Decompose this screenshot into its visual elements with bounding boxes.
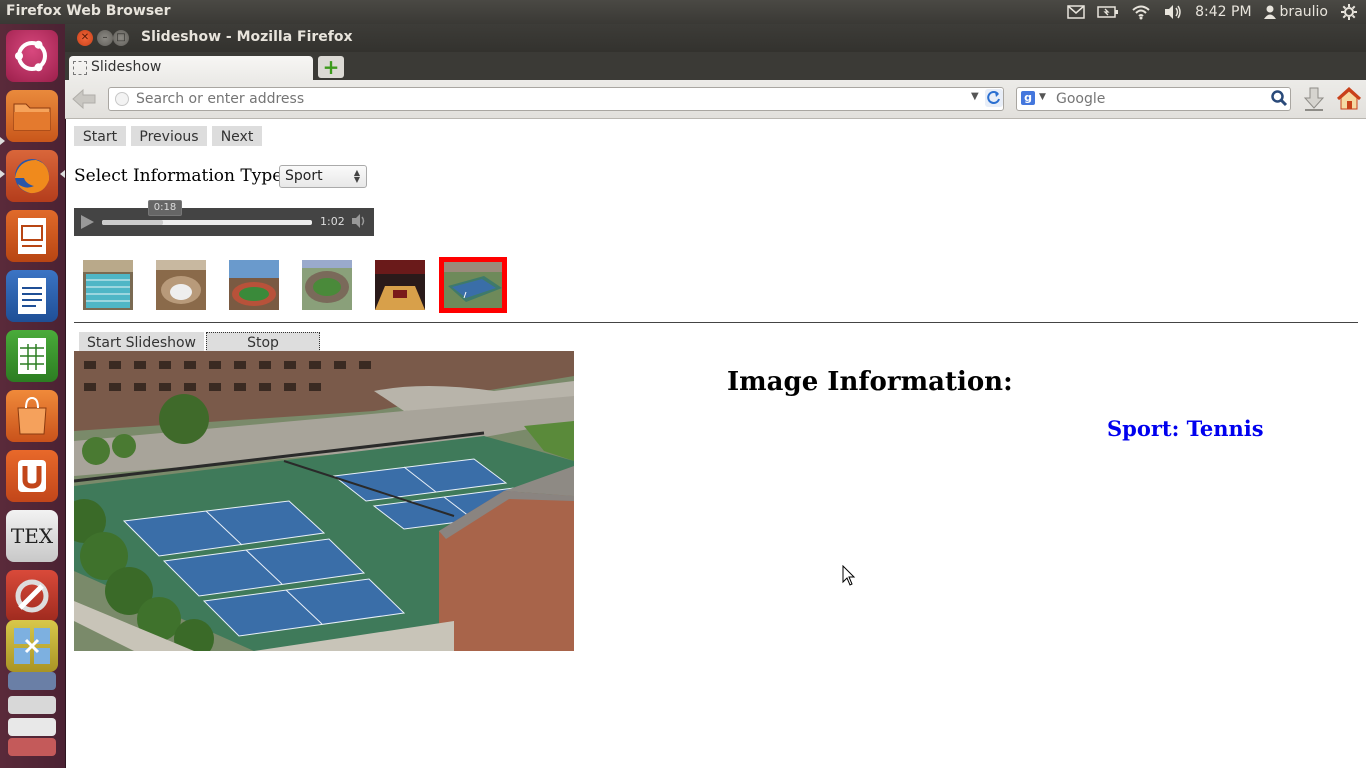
audio-current-time: 0:18 [148, 200, 182, 216]
user-menu[interactable]: braulio [1258, 0, 1334, 24]
firefox-launcher[interactable] [6, 150, 58, 202]
search-input[interactable] [1054, 90, 1258, 108]
stacked-launcher-items[interactable] [6, 672, 58, 768]
audio-progress-fill [102, 220, 163, 225]
mouse-cursor-icon [842, 565, 856, 586]
ubuntu-one-icon [18, 460, 46, 492]
play-icon[interactable] [81, 215, 94, 229]
start-button[interactable]: Start [74, 126, 126, 146]
google-engine-icon[interactable]: g [1021, 91, 1035, 105]
info-type-selected: Sport [285, 168, 323, 184]
software-center-launcher[interactable] [6, 390, 58, 442]
dash-home-launcher[interactable] [6, 30, 58, 82]
folder-icon [13, 103, 51, 131]
back-arrow-icon [72, 88, 96, 110]
download-arrow-icon [1303, 87, 1325, 111]
spreadsheet-icon [18, 338, 46, 374]
close-window-button[interactable]: ✕ [77, 30, 93, 46]
presentation-icon [18, 218, 46, 254]
search-icon[interactable] [1270, 89, 1288, 107]
back-button[interactable] [71, 88, 97, 110]
launcher: TEX [0, 24, 66, 768]
workspace-switcher-launcher[interactable] [6, 620, 58, 672]
engine-dropdown-icon[interactable]: ▼ [1039, 92, 1046, 102]
writer-launcher[interactable] [6, 270, 58, 322]
info-type-label: Select Information Type: [74, 166, 289, 186]
globe-icon [115, 92, 129, 106]
ubuntu-logo-icon [15, 40, 47, 72]
indicator-area: 8:42 PM braulio [1061, 0, 1366, 24]
tex-icon: TEX [10, 524, 54, 548]
image-info-value[interactable]: Sport: Tennis [1107, 416, 1264, 441]
page-icon [73, 61, 87, 75]
active-app-name: Firefox Web Browser [6, 3, 171, 19]
files-launcher[interactable] [6, 90, 58, 142]
audio-player[interactable]: 0:18 1:02 [74, 200, 374, 236]
volume-icon[interactable] [1157, 0, 1189, 24]
thumbnail-arena[interactable] [156, 260, 206, 310]
home-button[interactable] [1336, 86, 1362, 112]
plus-icon: + [322, 55, 340, 79]
thumbnail-basketball-court[interactable] [375, 260, 425, 310]
ubuntu-one-launcher[interactable] [6, 450, 58, 502]
document-icon [18, 278, 46, 314]
top-panel: Firefox Web Browser 8:42 PM braulio [0, 0, 1366, 24]
thumbnail-tennis-courts[interactable] [439, 257, 507, 313]
settings-launcher[interactable] [6, 570, 58, 622]
clock[interactable]: 8:42 PM [1189, 0, 1257, 24]
tab-label: Slideshow [91, 59, 162, 75]
texmaker-launcher[interactable]: TEX [6, 510, 58, 562]
reload-icon[interactable] [985, 89, 1003, 107]
thumbnail-pool[interactable] [83, 260, 133, 310]
audio-duration: 1:02 [320, 215, 345, 228]
calc-launcher[interactable] [6, 330, 58, 382]
user-icon [1263, 5, 1276, 19]
previous-button[interactable]: Previous [131, 126, 207, 146]
info-type-select[interactable]: Sport ▲ ▼ [279, 165, 367, 188]
tab-bar: Slideshow + [65, 52, 1366, 80]
navigation-toolbar: ▼ g ▼ [65, 80, 1366, 119]
battery-icon[interactable] [1091, 0, 1125, 24]
window-title: Slideshow - Mozilla Firefox [141, 29, 353, 45]
gear-icon[interactable] [1334, 0, 1366, 24]
history-dropdown-icon[interactable]: ▼ [971, 91, 979, 102]
wrench-icon [15, 579, 49, 613]
shopping-bag-icon [17, 396, 47, 435]
user-name: braulio [1279, 4, 1328, 20]
volume-icon[interactable] [351, 213, 367, 229]
divider [74, 322, 1358, 323]
select-arrows-icon: ▲ ▼ [353, 168, 360, 184]
tab-slideshow[interactable]: Slideshow [69, 56, 313, 80]
next-button[interactable]: Next [212, 126, 262, 146]
window-titlebar: ✕ – □ Slideshow - Mozilla Firefox [65, 24, 1366, 52]
workspaces-icon [14, 628, 50, 664]
search-bar[interactable]: g ▼ [1016, 87, 1291, 111]
slideshow-image [74, 351, 574, 651]
wifi-icon[interactable] [1125, 0, 1157, 24]
stop-slideshow-button[interactable]: Stop Slideshow [206, 332, 320, 371]
address-input[interactable] [134, 90, 958, 108]
downloads-button[interactable] [1302, 86, 1326, 112]
maximize-window-button[interactable]: □ [113, 30, 129, 46]
impress-launcher[interactable] [6, 210, 58, 262]
audio-progress-track[interactable] [102, 220, 312, 225]
page-content: Start Previous Next Select Information T… [66, 119, 1366, 768]
mail-icon[interactable] [1061, 0, 1091, 24]
minimize-window-button[interactable]: – [97, 30, 113, 46]
new-tab-button[interactable]: + [318, 56, 344, 78]
start-slideshow-button[interactable]: Start Slideshow [79, 332, 204, 352]
image-info-heading: Image Information: [727, 367, 1013, 397]
thumbnail-stadium-aerial[interactable] [302, 260, 352, 310]
firefox-icon [15, 159, 50, 194]
home-icon [1336, 86, 1362, 110]
thumbnail-stadium-track[interactable] [229, 260, 279, 310]
url-bar[interactable]: ▼ [108, 87, 1004, 111]
